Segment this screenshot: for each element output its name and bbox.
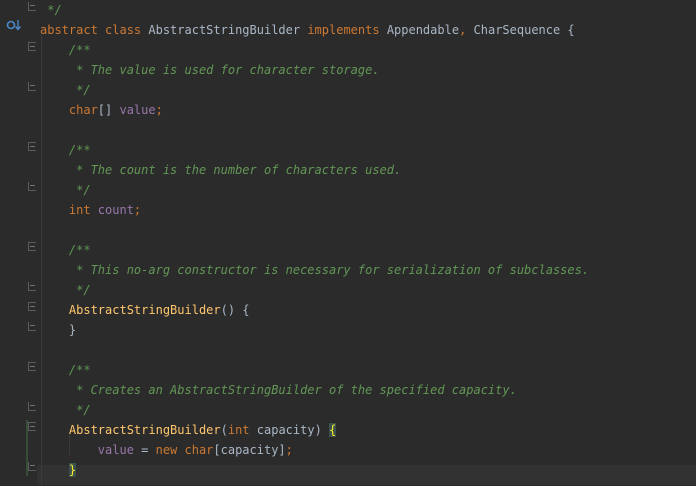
editor-gutter[interactable] (0, 0, 37, 486)
code-token: */ (40, 83, 91, 97)
code-line[interactable]: */ (40, 0, 62, 20)
code-line[interactable]: char[] value; (40, 100, 163, 120)
overridden-method-icon[interactable] (6, 19, 22, 31)
code-token: () { (220, 303, 250, 317)
code-line[interactable]: AbstractStringBuilder(int capacity) { (40, 420, 337, 440)
code-token: , (459, 23, 474, 37)
code-token: value (119, 103, 156, 117)
code-token: /** (40, 363, 91, 377)
code-token: */ (40, 183, 91, 197)
code-token: * The value is used for character storag… (40, 63, 380, 77)
code-token: = (141, 443, 156, 457)
code-token: CharSequence { (473, 23, 575, 37)
code-token: value (97, 443, 142, 457)
code-editor[interactable]: */ abstract class AbstractStringBuilder i… (0, 0, 696, 486)
code-token: ; (285, 443, 293, 457)
code-token: } (68, 463, 77, 477)
code-line[interactable]: int count; (40, 200, 141, 220)
code-line[interactable]: value = new char[capacity]; (40, 440, 293, 460)
code-token: /** (40, 143, 91, 157)
indent-guide (41, 35, 42, 486)
code-token: int (40, 203, 98, 217)
current-line-highlight (0, 465, 696, 485)
code-token: abstract class (40, 23, 149, 37)
code-token: AbstractStringBuilder (68, 303, 221, 317)
code-line[interactable]: /** (40, 40, 91, 60)
code-token: ; (155, 103, 163, 117)
code-token: * The count is the number of characters … (40, 163, 402, 177)
code-token: */ (40, 403, 91, 417)
code-token: * This no-arg constructor is necessary f… (40, 263, 590, 277)
gutter-separator (36, 0, 37, 486)
code-token: char (40, 103, 98, 117)
code-token: ; (133, 203, 142, 217)
code-token: /** (40, 243, 91, 257)
code-line[interactable]: * The count is the number of characters … (40, 160, 401, 180)
code-line[interactable]: * Creates an AbstractStringBuilder of th… (40, 380, 517, 400)
indent-guide (69, 435, 70, 455)
code-line[interactable]: /** (40, 240, 91, 260)
code-token: } (40, 323, 77, 337)
code-token: AbstractStringBuilder (148, 23, 308, 37)
code-line[interactable]: */ (40, 400, 91, 420)
code-line[interactable]: * This no-arg constructor is necessary f… (40, 260, 589, 280)
code-token: * Creates an AbstractStringBuilder of th… (40, 383, 517, 397)
code-token: { (329, 423, 337, 437)
code-token: */ (40, 283, 91, 297)
code-token: ( (220, 423, 228, 437)
code-token: /** (40, 43, 91, 57)
code-token: AbstractStringBuilder (68, 423, 221, 437)
code-line[interactable]: * The value is used for character storag… (40, 60, 380, 80)
code-line[interactable]: AbstractStringBuilder() { (40, 300, 250, 320)
code-line[interactable]: */ (40, 180, 91, 200)
code-line[interactable]: abstract class AbstractStringBuilder imp… (40, 20, 575, 40)
code-line[interactable]: /** (40, 140, 91, 160)
code-token: implements (307, 23, 387, 37)
code-line[interactable]: */ (40, 280, 91, 300)
code-line[interactable]: } (40, 320, 76, 340)
code-token: capacity) (256, 423, 330, 437)
code-line[interactable]: } (40, 460, 77, 480)
change-marker[interactable] (26, 420, 28, 476)
code-token: [] (97, 103, 120, 117)
code-token: int (227, 423, 257, 437)
code-token: [capacity] (213, 443, 286, 457)
code-token: new char (155, 443, 214, 457)
code-line[interactable]: /** (40, 360, 91, 380)
code-line[interactable]: */ (40, 80, 91, 100)
code-token: Appendable (386, 23, 460, 37)
code-token: count (97, 203, 134, 217)
code-token: */ (40, 3, 62, 17)
